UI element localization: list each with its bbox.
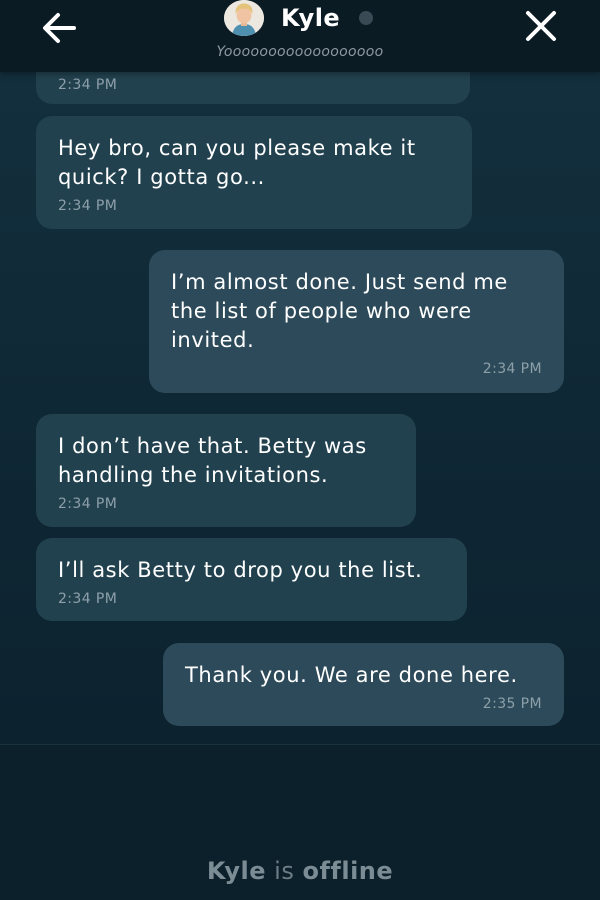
offline-notice: Kyle is offline — [0, 857, 600, 885]
message-bubble-incoming[interactable]: Hey bro, can you please make it quick? I… — [36, 116, 472, 229]
message-timestamp: 2:34 PM — [58, 591, 118, 607]
offline-contact-name: Kyle — [206, 857, 267, 885]
message-text: Thank you. We are done here. — [185, 663, 518, 687]
arrow-left-icon — [43, 13, 76, 43]
offline-is-label: is — [274, 857, 295, 885]
message-timestamp: 2:34 PM — [58, 198, 118, 214]
avatar[interactable] — [224, 0, 264, 36]
close-button[interactable] — [518, 6, 564, 48]
message-list[interactable]: 2:34 PM Hey bro, can you please make it … — [0, 72, 600, 744]
close-icon — [526, 11, 556, 41]
offline-state-label: offline — [302, 857, 394, 885]
message-bubble-incoming[interactable]: 2:34 PM — [36, 72, 470, 104]
contact-name: Kyle — [281, 4, 341, 32]
message-timestamp: 2:34 PM — [58, 77, 118, 93]
message-timestamp: 2:34 PM — [58, 496, 118, 512]
chat-header: Kyle Yoooooooooooooooooo — [0, 0, 600, 72]
chat-footer: Kyle is offline — [0, 744, 600, 900]
message-timestamp: 2:34 PM — [482, 361, 542, 377]
message-text: I’ll ask Betty to drop you the list. — [58, 558, 423, 582]
message-text: Hey bro, can you please make it quick? I… — [58, 136, 416, 189]
back-button[interactable] — [38, 8, 82, 48]
message-bubble-outgoing[interactable]: Thank you. We are done here. 2:35 PM — [163, 643, 564, 726]
message-text: I’m almost done. Just send me the list o… — [171, 270, 508, 352]
contact-status-message: Yoooooooooooooooooo — [216, 44, 384, 60]
message-text: I don’t have that. Betty was handling th… — [58, 434, 367, 487]
message-bubble-outgoing[interactable]: I’m almost done. Just send me the list o… — [149, 250, 564, 393]
message-bubble-incoming[interactable]: I don’t have that. Betty was handling th… — [36, 414, 416, 527]
presence-status-dot — [359, 11, 373, 25]
message-bubble-incoming[interactable]: I’ll ask Betty to drop you the list. 2:3… — [36, 538, 467, 621]
message-timestamp: 2:35 PM — [482, 696, 542, 712]
